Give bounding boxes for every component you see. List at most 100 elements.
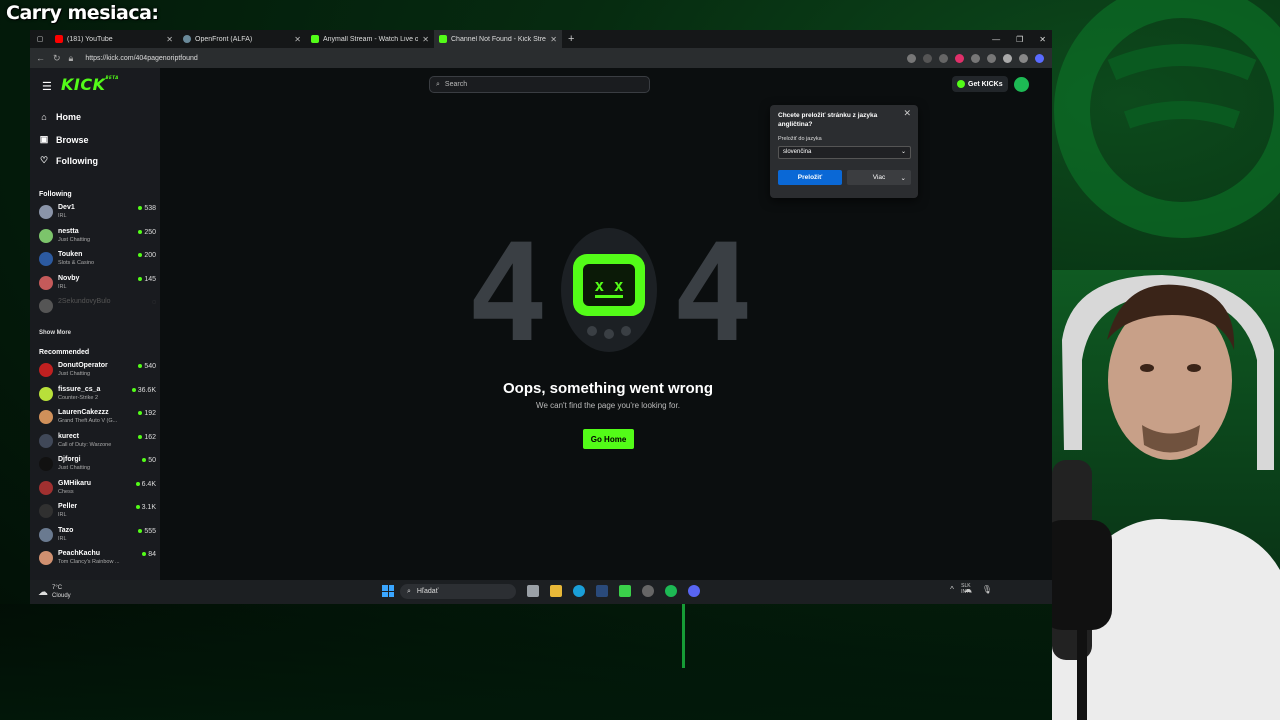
copilot-icon[interactable] xyxy=(1035,53,1044,63)
tab-youtube[interactable]: (181) YouTube ✕ xyxy=(50,30,178,48)
weather-widget[interactable]: ☁ 7°C Cloudy xyxy=(38,584,71,600)
app-icon[interactable] xyxy=(642,585,654,597)
channel-item[interactable]: Dev1 IRL 538 xyxy=(38,202,158,224)
kick-logo[interactable]: KICKBETA xyxy=(61,75,119,94)
close-icon[interactable]: ✕ xyxy=(166,35,173,44)
tab-actions-icon[interactable]: ▢ xyxy=(30,30,50,48)
viewer-count: 200 xyxy=(138,252,156,259)
recommended-header: Recommended xyxy=(39,349,90,356)
windows-start-icon[interactable] xyxy=(382,585,394,597)
channel-item[interactable]: LaurenCakezzz Grand Theft Auto V (G... 192 xyxy=(38,407,158,429)
offline-icon: ◌ xyxy=(151,299,156,306)
cloud-icon: ☁ xyxy=(38,586,48,598)
tab-channel-not-found[interactable]: Channel Not Found - Kick Stream ✕ xyxy=(434,30,562,48)
channel-item[interactable]: Peller IRL 3.1K xyxy=(38,501,158,523)
channel-item[interactable]: nestta Just Chatting 250 xyxy=(38,226,158,248)
following-header: Following xyxy=(39,191,72,198)
favorites-icon[interactable] xyxy=(987,53,996,63)
channel-item[interactable]: Tazo IRL 555 xyxy=(38,525,158,547)
openfront-icon xyxy=(183,35,191,43)
url-field[interactable]: https://kick.com/404pagenoriptfound xyxy=(85,55,197,62)
language-select-value: slovenčina xyxy=(783,149,812,155)
play-app-icon[interactable] xyxy=(619,585,631,597)
channel-item[interactable]: Novby IRL 145 xyxy=(38,273,158,295)
robot-mouth xyxy=(595,295,623,298)
show-more-button[interactable]: Show More xyxy=(39,330,71,336)
translate-question: Chcete preložiť stránku z jazyka angličt… xyxy=(778,112,878,128)
sidebar-item-home[interactable]: ⌂ Home xyxy=(39,112,81,122)
read-aloud-icon[interactable] xyxy=(923,53,932,63)
edge-icon[interactable] xyxy=(573,585,585,597)
kicks-coin-icon xyxy=(957,80,965,88)
close-icon[interactable]: ✕ xyxy=(903,108,911,119)
minimize-icon[interactable]: — xyxy=(992,35,1000,44)
search-input[interactable]: ⌕ Search xyxy=(429,76,650,93)
address-bar-icons xyxy=(907,48,1044,68)
new-tab-icon[interactable]: + xyxy=(562,33,580,45)
viewer-count: 192 xyxy=(138,410,156,417)
go-home-button[interactable]: Go Home xyxy=(583,429,634,449)
channel-name: Dev1 xyxy=(58,204,75,211)
close-icon[interactable]: ✕ xyxy=(550,35,557,44)
more-button[interactable]: Viac ⌄ xyxy=(847,170,911,185)
channel-item[interactable]: Touken Slots & Casino 200 xyxy=(38,249,158,271)
close-icon[interactable]: ✕ xyxy=(422,35,429,44)
restore-icon[interactable]: ❐ xyxy=(1016,35,1023,44)
viewer-count: 162 xyxy=(138,434,156,441)
channel-item[interactable]: kurect Call of Duty: Warzone 162 xyxy=(38,431,158,453)
task-view-icon[interactable] xyxy=(527,585,539,597)
back-icon[interactable]: ← xyxy=(36,53,45,63)
discord-icon[interactable] xyxy=(688,585,700,597)
refresh-extension-icon[interactable] xyxy=(971,53,980,63)
hamburger-menu-icon[interactable]: ☰ xyxy=(42,80,52,93)
steam-icon[interactable] xyxy=(596,585,608,597)
profile-avatar-icon[interactable] xyxy=(1003,53,1012,63)
avatar xyxy=(39,433,53,448)
language-select[interactable]: slovenčina ⌄ xyxy=(778,146,911,159)
live-dot-icon xyxy=(138,206,143,211)
channel-name: nestta xyxy=(58,227,79,235)
microphone-icon[interactable]: 🎙︎ xyxy=(982,585,992,594)
taskbar-search-input[interactable]: ⌕ Hľadať xyxy=(400,584,516,599)
chevron-up-icon[interactable]: ^ xyxy=(950,585,954,594)
live-dot-icon xyxy=(135,505,140,510)
tab-anymall[interactable]: Anymall Stream - Watch Live on K ✕ xyxy=(306,30,434,48)
live-dot-icon xyxy=(138,364,143,369)
channel-item[interactable]: GMHikaru Chess 6.4K xyxy=(38,478,158,500)
extension-shield-icon[interactable] xyxy=(955,53,964,63)
channel-item[interactable]: DonutOperator Just Chatting 540 xyxy=(38,360,158,382)
language-indicator[interactable]: SLK INTL xyxy=(961,583,972,595)
channel-category: Grand Theft Auto V (G... xyxy=(58,418,118,424)
sidebar-item-browse[interactable]: ▣ Browse xyxy=(39,134,89,145)
channel-name: LaurenCakezzz xyxy=(58,409,109,416)
viewer-count: 250 xyxy=(138,229,156,236)
get-kicks-button[interactable]: Get KICKs xyxy=(952,76,1008,92)
file-explorer-icon[interactable] xyxy=(550,585,562,597)
translate-to-label: Preložiť do jazyka xyxy=(778,136,822,142)
translate-icon[interactable] xyxy=(907,53,916,63)
translate-button[interactable]: Preložiť xyxy=(778,170,842,185)
spotify-icon[interactable] xyxy=(665,585,677,597)
error-code-left: 4 xyxy=(467,228,548,353)
user-avatar[interactable] xyxy=(1014,77,1029,92)
channel-name: Touken xyxy=(58,251,83,258)
youtube-icon xyxy=(55,35,63,43)
sidebar-item-following[interactable]: ♡ Following xyxy=(39,155,98,166)
channel-item[interactable]: PeachKachu Tom Clancy's Rainbow ... 84 xyxy=(38,548,158,570)
channel-item[interactable]: 2SekundovyBulo ◌ xyxy=(38,296,158,318)
star-icon[interactable] xyxy=(939,53,948,63)
channel-category: IRL xyxy=(58,213,67,219)
close-icon[interactable]: ✕ xyxy=(294,35,301,44)
channel-category: Slots & Casino xyxy=(58,260,95,266)
channel-category: Just Chatting xyxy=(58,465,91,471)
live-dot-icon xyxy=(138,253,143,258)
tab-openfront[interactable]: OpenFront (ALFA) ✕ xyxy=(178,30,306,48)
close-window-icon[interactable]: ✕ xyxy=(1039,35,1046,44)
channel-item[interactable]: fissure_cs_a Counter-Strike 2 36.6K xyxy=(38,384,158,406)
reload-icon[interactable]: ↻ xyxy=(53,53,61,64)
background-logo-icon xyxy=(1054,0,1280,238)
heart-icon: ♡ xyxy=(39,155,49,165)
more-menu-icon[interactable] xyxy=(1019,53,1028,63)
avatar xyxy=(39,205,53,219)
channel-item[interactable]: Djforgi Just Chatting 50 xyxy=(38,454,158,476)
